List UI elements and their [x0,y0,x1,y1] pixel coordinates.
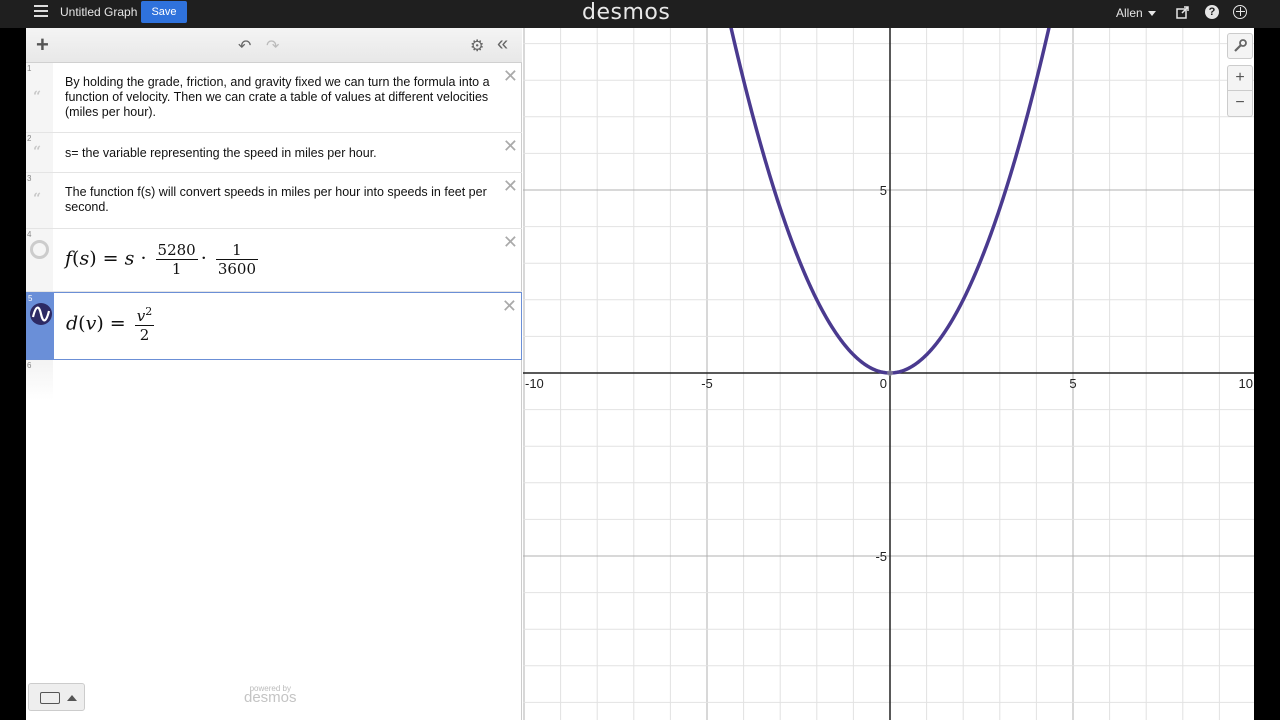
hidden-graph-toggle-icon[interactable] [30,240,49,259]
x-tick-label: 0 [880,376,887,391]
expression-item[interactable]: 4 f(s) = s · 5280 1 · 1 3600 ✕ [26,229,522,292]
fraction: 5280 1 [155,241,198,278]
zoom-in-button[interactable]: + [1227,65,1253,91]
fraction-denominator: 2 [139,326,150,344]
note-text[interactable]: By holding the grade, friction, and grav… [65,75,505,120]
vertex-point[interactable] [887,370,893,376]
chevron-down-icon[interactable] [1148,11,1156,16]
help-icon[interactable]: ? [1205,5,1219,19]
gear-icon[interactable]: ⚙ [470,36,484,56]
math-expression[interactable]: f(s) = s · 5280 1 · 1 3600 [65,241,261,278]
graph-title[interactable]: Untitled Graph [60,5,137,19]
powered-by-desmos[interactable]: powered by desmos [244,684,297,706]
close-icon[interactable]: ✕ [503,67,518,85]
note-text[interactable]: The function f(s) will convert speeds in… [65,185,505,215]
note-item[interactable]: 2 “ s= the variable representing the spe… [26,133,522,173]
fraction-denominator: 3600 [217,260,257,278]
expression-number: 6 [27,361,32,370]
note-item[interactable]: 3 “ The function f(s) will convert speed… [26,173,522,229]
y-tick-label: 5 [880,183,887,198]
expression-item-selected[interactable]: 5 d(v) = v2 2 ✕ [26,292,522,360]
fraction-numerator: v2 [134,305,155,326]
graph-canvas[interactable]: -10 -5 0 5 10 5 -5 [523,28,1254,720]
expression-number: 4 [27,230,32,239]
fraction: 1 3600 [215,241,259,278]
function-name: d [66,312,79,335]
top-bar: Untitled Graph Save desmos Allen ? [0,0,1280,28]
fraction: v2 2 [134,305,155,344]
fraction-numerator: 1 [215,241,259,260]
function-name: f [65,247,73,270]
desmos-logo: desmos [582,0,671,25]
undo-icon[interactable]: ↶ [238,36,251,56]
x-tick-label: 10 [1239,376,1253,391]
rhs-variable: v [136,307,146,325]
graph-controls: + − [1227,33,1253,117]
graph-paper[interactable]: -10 -5 0 5 10 5 -5 [523,28,1254,720]
collapse-panel-icon[interactable]: « [497,33,508,56]
expression-number: 5 [28,294,33,303]
user-menu[interactable]: Allen [1116,6,1143,20]
wave-icon[interactable] [30,303,52,325]
y-tick-label: -5 [875,549,887,564]
expression-number: 3 [27,174,32,183]
keyboard-toggle-button[interactable] [28,683,85,711]
save-button[interactable]: Save [141,1,187,23]
zoom-out-button[interactable]: − [1227,91,1253,117]
close-icon[interactable]: ✕ [503,137,518,155]
keyboard-icon [40,692,60,704]
function-arg: s [79,247,90,270]
empty-expression-item[interactable]: 6 [26,360,522,400]
hamburger-icon[interactable] [34,5,48,19]
function-arg: v [85,312,97,335]
rhs-variable: s [124,247,135,270]
expression-number: 1 [27,64,32,73]
quote-icon: “ [33,144,42,160]
fraction-numerator: 5280 [155,241,198,260]
x-tick-label: -5 [701,376,713,391]
share-icon[interactable] [1176,5,1190,19]
expression-panel: + ↶ ↷ ⚙ « 1 “ By holding the grade, fric… [26,28,522,720]
x-tick-label: 5 [1069,376,1076,391]
add-item-button[interactable]: + [36,32,49,58]
x-tick-label: -10 [525,376,544,391]
globe-icon[interactable] [1233,5,1247,19]
quote-icon: “ [33,191,42,207]
math-expression[interactable]: d(v) = v2 2 [66,305,157,344]
close-icon[interactable]: ✕ [502,297,517,315]
note-item[interactable]: 1 “ By holding the grade, friction, and … [26,63,522,133]
note-text[interactable]: s= the variable representing the speed i… [65,146,505,161]
close-icon[interactable]: ✕ [503,177,518,195]
wrench-icon[interactable] [1227,33,1253,59]
exponent: 2 [145,305,153,318]
chevron-up-icon [67,695,77,701]
powered-by-logo: desmos [244,689,297,706]
fraction-denominator: 1 [171,260,182,278]
close-icon[interactable]: ✕ [503,233,518,251]
quote-icon: “ [33,89,42,105]
expression-toolbar: + ↶ ↷ ⚙ « [26,28,522,63]
expression-number: 2 [27,134,32,143]
redo-icon[interactable]: ↷ [266,36,279,56]
